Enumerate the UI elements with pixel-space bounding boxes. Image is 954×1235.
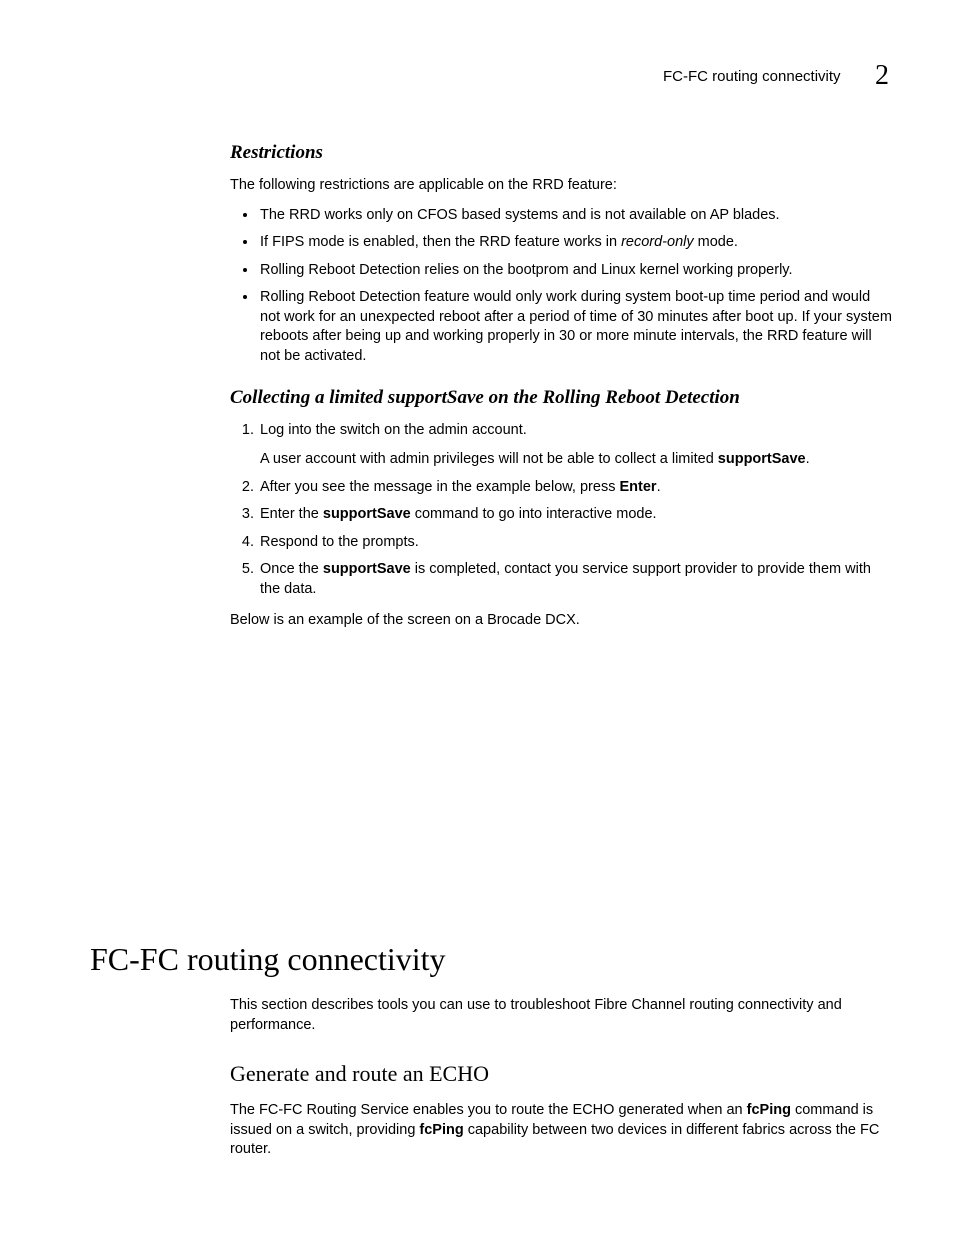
list-item: Log into the switch on the admin account…	[258, 421, 894, 470]
running-title: FC-FC routing connectivity	[663, 68, 841, 85]
collecting-outro: Below is an example of the screen on a B…	[230, 611, 894, 631]
list-item: Respond to the prompts.	[258, 533, 894, 553]
collecting-heading: Collecting a limited supportSave on the …	[230, 387, 894, 409]
fcfc-intro: This section describes tools you can use…	[230, 996, 894, 1035]
collecting-steps: Log into the switch on the admin account…	[230, 421, 894, 600]
list-item: Rolling Reboot Detection feature would o…	[258, 288, 894, 366]
list-item: Once the supportSave is completed, conta…	[258, 560, 894, 599]
chapter-number: 2	[875, 60, 889, 91]
running-header: FC-FC routing connectivity 2	[90, 60, 894, 92]
restrictions-intro: The following restrictions are applicabl…	[230, 176, 894, 196]
restrictions-list: The RRD works only on CFOS based systems…	[230, 206, 894, 367]
list-item: Rolling Reboot Detection relies on the b…	[258, 261, 894, 281]
list-item: If FIPS mode is enabled, then the RRD fe…	[258, 233, 894, 253]
list-item: Enter the supportSave command to go into…	[258, 505, 894, 525]
fcfc-paragraph: The FC-FC Routing Service enables you to…	[230, 1101, 894, 1160]
restrictions-heading: Restrictions	[230, 142, 894, 164]
list-item: After you see the message in the example…	[258, 478, 894, 498]
fcfc-sub-heading: Generate and route an ECHO	[230, 1061, 894, 1087]
list-item: The RRD works only on CFOS based systems…	[258, 206, 894, 226]
fcfc-heading: FC-FC routing connectivity	[90, 941, 894, 978]
